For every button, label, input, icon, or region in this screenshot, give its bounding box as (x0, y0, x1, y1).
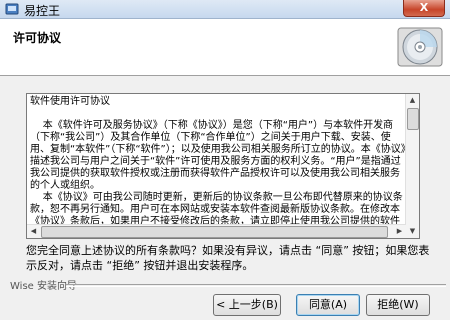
title-bar[interactable]: 易控王 X (0, 0, 450, 19)
cd-disc-icon (397, 27, 443, 67)
agreement-question: 您完全同意上述协议的所有条款吗？如果没有异议，请点击 “同意” 按钮；如果您表示… (26, 244, 430, 272)
horizontal-scroll-thumb[interactable] (41, 226, 388, 238)
back-button[interactable]: < 上一步(B) (213, 294, 281, 316)
vertical-scrollbar[interactable]: ▲ ▼ (405, 94, 419, 238)
reject-button[interactable]: 拒绝(W) (366, 294, 430, 316)
scroll-down-arrow-icon[interactable]: ▼ (406, 225, 419, 238)
app-icon (5, 3, 19, 15)
footer-divider (66, 284, 446, 287)
agree-button[interactable]: 同意(A) (296, 294, 360, 316)
window-title: 易控王 (24, 4, 61, 18)
scroll-thumb[interactable] (407, 108, 419, 130)
close-button[interactable]: X (403, 0, 445, 17)
scroll-up-arrow-icon[interactable]: ▲ (406, 94, 419, 107)
close-icon: X (419, 1, 429, 14)
wizard-header: 许可协议 (0, 19, 450, 76)
horizontal-scrollbar[interactable]: ◀ ▶ (27, 224, 406, 238)
license-textbox[interactable]: 软件使用许可协议 本《软件许可及服务协议》（下称《协议》）是您（下称“用户”）与… (26, 93, 420, 239)
scroll-right-arrow-icon[interactable]: ▶ (393, 225, 406, 238)
page-title: 许可协议 (13, 31, 62, 45)
scroll-left-arrow-icon[interactable]: ◀ (27, 225, 40, 238)
license-text: 软件使用许可协议 本《软件许可及服务协议》（下称《协议》）是您（下称“用户”）与… (30, 96, 406, 238)
